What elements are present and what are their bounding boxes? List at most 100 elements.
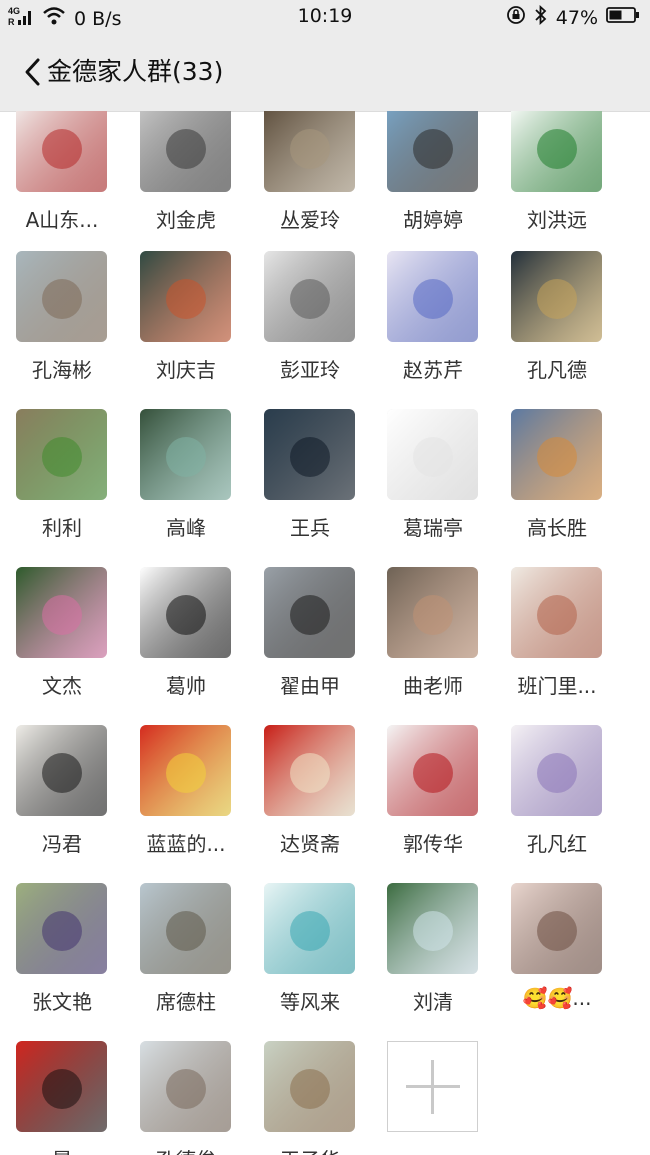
member-item[interactable]: 孔凡德 bbox=[495, 251, 619, 409]
member-avatar[interactable] bbox=[511, 409, 602, 500]
member-avatar[interactable] bbox=[387, 725, 478, 816]
member-avatar[interactable] bbox=[140, 409, 231, 500]
member-name: 刘清 bbox=[413, 990, 453, 1014]
member-item[interactable]: 翟由甲 bbox=[248, 567, 372, 725]
member-item[interactable]: 丛爱玲 bbox=[248, 111, 372, 259]
member-item[interactable]: 高峰 bbox=[124, 409, 248, 567]
member-item[interactable]: 刘庆吉 bbox=[124, 251, 248, 409]
member-name: 班门里... bbox=[517, 674, 597, 698]
member-avatar[interactable] bbox=[264, 1041, 355, 1132]
member-item[interactable]: 葛帅 bbox=[124, 567, 248, 725]
member-name: 刘洪远 bbox=[527, 208, 587, 232]
member-item[interactable]: 孔凡红 bbox=[495, 725, 619, 883]
member-avatar[interactable] bbox=[387, 883, 478, 974]
member-item[interactable]: 葛瑞亭 bbox=[371, 409, 495, 567]
member-name: A山东... bbox=[25, 208, 99, 232]
member-item[interactable]: 等风来 bbox=[248, 883, 372, 1041]
battery-icon bbox=[606, 6, 640, 29]
member-avatar[interactable] bbox=[140, 1041, 231, 1132]
member-item[interactable]: 孔德俊 bbox=[124, 1041, 248, 1155]
member-item[interactable]: 席德柱 bbox=[124, 883, 248, 1041]
member-item[interactable]: 晏 bbox=[0, 1041, 124, 1155]
member-avatar[interactable] bbox=[511, 111, 602, 192]
member-avatar[interactable] bbox=[387, 251, 478, 342]
member-item[interactable]: 王兵 bbox=[248, 409, 372, 567]
member-item[interactable]: 文杰 bbox=[0, 567, 124, 725]
member-item[interactable]: 蓝蓝的... bbox=[124, 725, 248, 883]
member-avatar[interactable] bbox=[387, 409, 478, 500]
member-avatar[interactable] bbox=[140, 111, 231, 192]
member-name: 等风来 bbox=[280, 990, 340, 1014]
member-avatar[interactable] bbox=[264, 111, 355, 192]
member-avatar[interactable] bbox=[16, 251, 107, 342]
member-avatar[interactable] bbox=[16, 409, 107, 500]
member-name: 晏 bbox=[0, 1144, 124, 1155]
member-item[interactable]: 刘金虎 bbox=[124, 111, 248, 259]
member-item[interactable]: 冯君 bbox=[0, 725, 124, 883]
member-name: 葛瑞亭 bbox=[403, 516, 463, 540]
member-item[interactable]: 刘清 bbox=[371, 883, 495, 1041]
member-name: 赵苏芹 bbox=[403, 358, 463, 382]
member-name: 丛爱玲 bbox=[280, 208, 340, 232]
member-item[interactable]: 利利 bbox=[0, 409, 124, 567]
member-item[interactable]: 高长胜 bbox=[495, 409, 619, 567]
battery-text: 47% bbox=[555, 6, 598, 29]
member-name: 曲老师 bbox=[403, 674, 463, 698]
member-avatar[interactable] bbox=[387, 111, 478, 192]
member-avatar[interactable] bbox=[140, 883, 231, 974]
member-item[interactable]: 达贤斋 bbox=[248, 725, 372, 883]
member-avatar[interactable] bbox=[264, 725, 355, 816]
member-item[interactable]: 彭亚玲 bbox=[248, 251, 372, 409]
status-bar: 4G R 4G 0 B/s 10:19 bbox=[0, 0, 650, 34]
member-item[interactable]: 郭传华 bbox=[371, 725, 495, 883]
member-name: 王兵 bbox=[290, 516, 330, 540]
member-avatar[interactable] bbox=[16, 567, 107, 658]
member-avatar[interactable] bbox=[140, 567, 231, 658]
chevron-left-icon[interactable] bbox=[22, 56, 44, 88]
member-avatar[interactable] bbox=[511, 725, 602, 816]
member-name: 蓝蓝的... bbox=[146, 832, 226, 856]
member-name: 彭亚玲 bbox=[280, 358, 340, 382]
member-item[interactable]: A山东... bbox=[0, 111, 124, 259]
plus-icon[interactable] bbox=[387, 1041, 478, 1132]
member-name: 孔凡红 bbox=[527, 832, 587, 856]
member-name: 葛帅 bbox=[166, 674, 206, 698]
member-avatar[interactable] bbox=[511, 883, 602, 974]
member-avatar[interactable] bbox=[140, 251, 231, 342]
rotation-lock-icon bbox=[506, 5, 526, 30]
member-item[interactable]: 赵苏芹 bbox=[371, 251, 495, 409]
member-avatar[interactable] bbox=[387, 567, 478, 658]
member-name: 胡婷婷 bbox=[403, 208, 463, 232]
member-avatar[interactable] bbox=[16, 725, 107, 816]
member-name: 张文艳 bbox=[32, 990, 92, 1014]
member-avatar[interactable] bbox=[264, 251, 355, 342]
member-name: 孔凡德 bbox=[527, 358, 587, 382]
member-name: 刘庆吉 bbox=[156, 358, 216, 382]
member-item[interactable]: 胡婷婷 bbox=[371, 111, 495, 259]
member-name: 翟由甲 bbox=[280, 674, 340, 698]
member-avatar[interactable] bbox=[140, 725, 231, 816]
member-avatar[interactable] bbox=[264, 409, 355, 500]
member-item[interactable]: 王子华 bbox=[248, 1041, 372, 1155]
member-avatar[interactable] bbox=[16, 883, 107, 974]
member-avatar[interactable] bbox=[16, 111, 107, 192]
member-item[interactable]: 张文艳 bbox=[0, 883, 124, 1041]
member-item[interactable]: 🥰🥰... bbox=[495, 883, 619, 1041]
add-member-button[interactable] bbox=[371, 1041, 495, 1155]
chat-header: 金德家人群(33) bbox=[0, 34, 650, 112]
member-name: 利利 bbox=[42, 516, 82, 540]
member-item[interactable]: 孔海彬 bbox=[0, 251, 124, 409]
member-avatar[interactable] bbox=[16, 1041, 107, 1132]
member-name: 达贤斋 bbox=[280, 832, 340, 856]
member-item[interactable]: 班门里... bbox=[495, 567, 619, 725]
member-avatar[interactable] bbox=[511, 251, 602, 342]
member-avatar[interactable] bbox=[264, 567, 355, 658]
member-name: 郭传华 bbox=[403, 832, 463, 856]
member-avatar[interactable] bbox=[511, 567, 602, 658]
member-item[interactable]: 曲老师 bbox=[371, 567, 495, 725]
member-avatar[interactable] bbox=[264, 883, 355, 974]
member-name: 高长胜 bbox=[527, 516, 587, 540]
member-name: 高峰 bbox=[166, 516, 206, 540]
bluetooth-icon bbox=[534, 4, 548, 30]
member-item[interactable]: 刘洪远 bbox=[495, 111, 619, 259]
